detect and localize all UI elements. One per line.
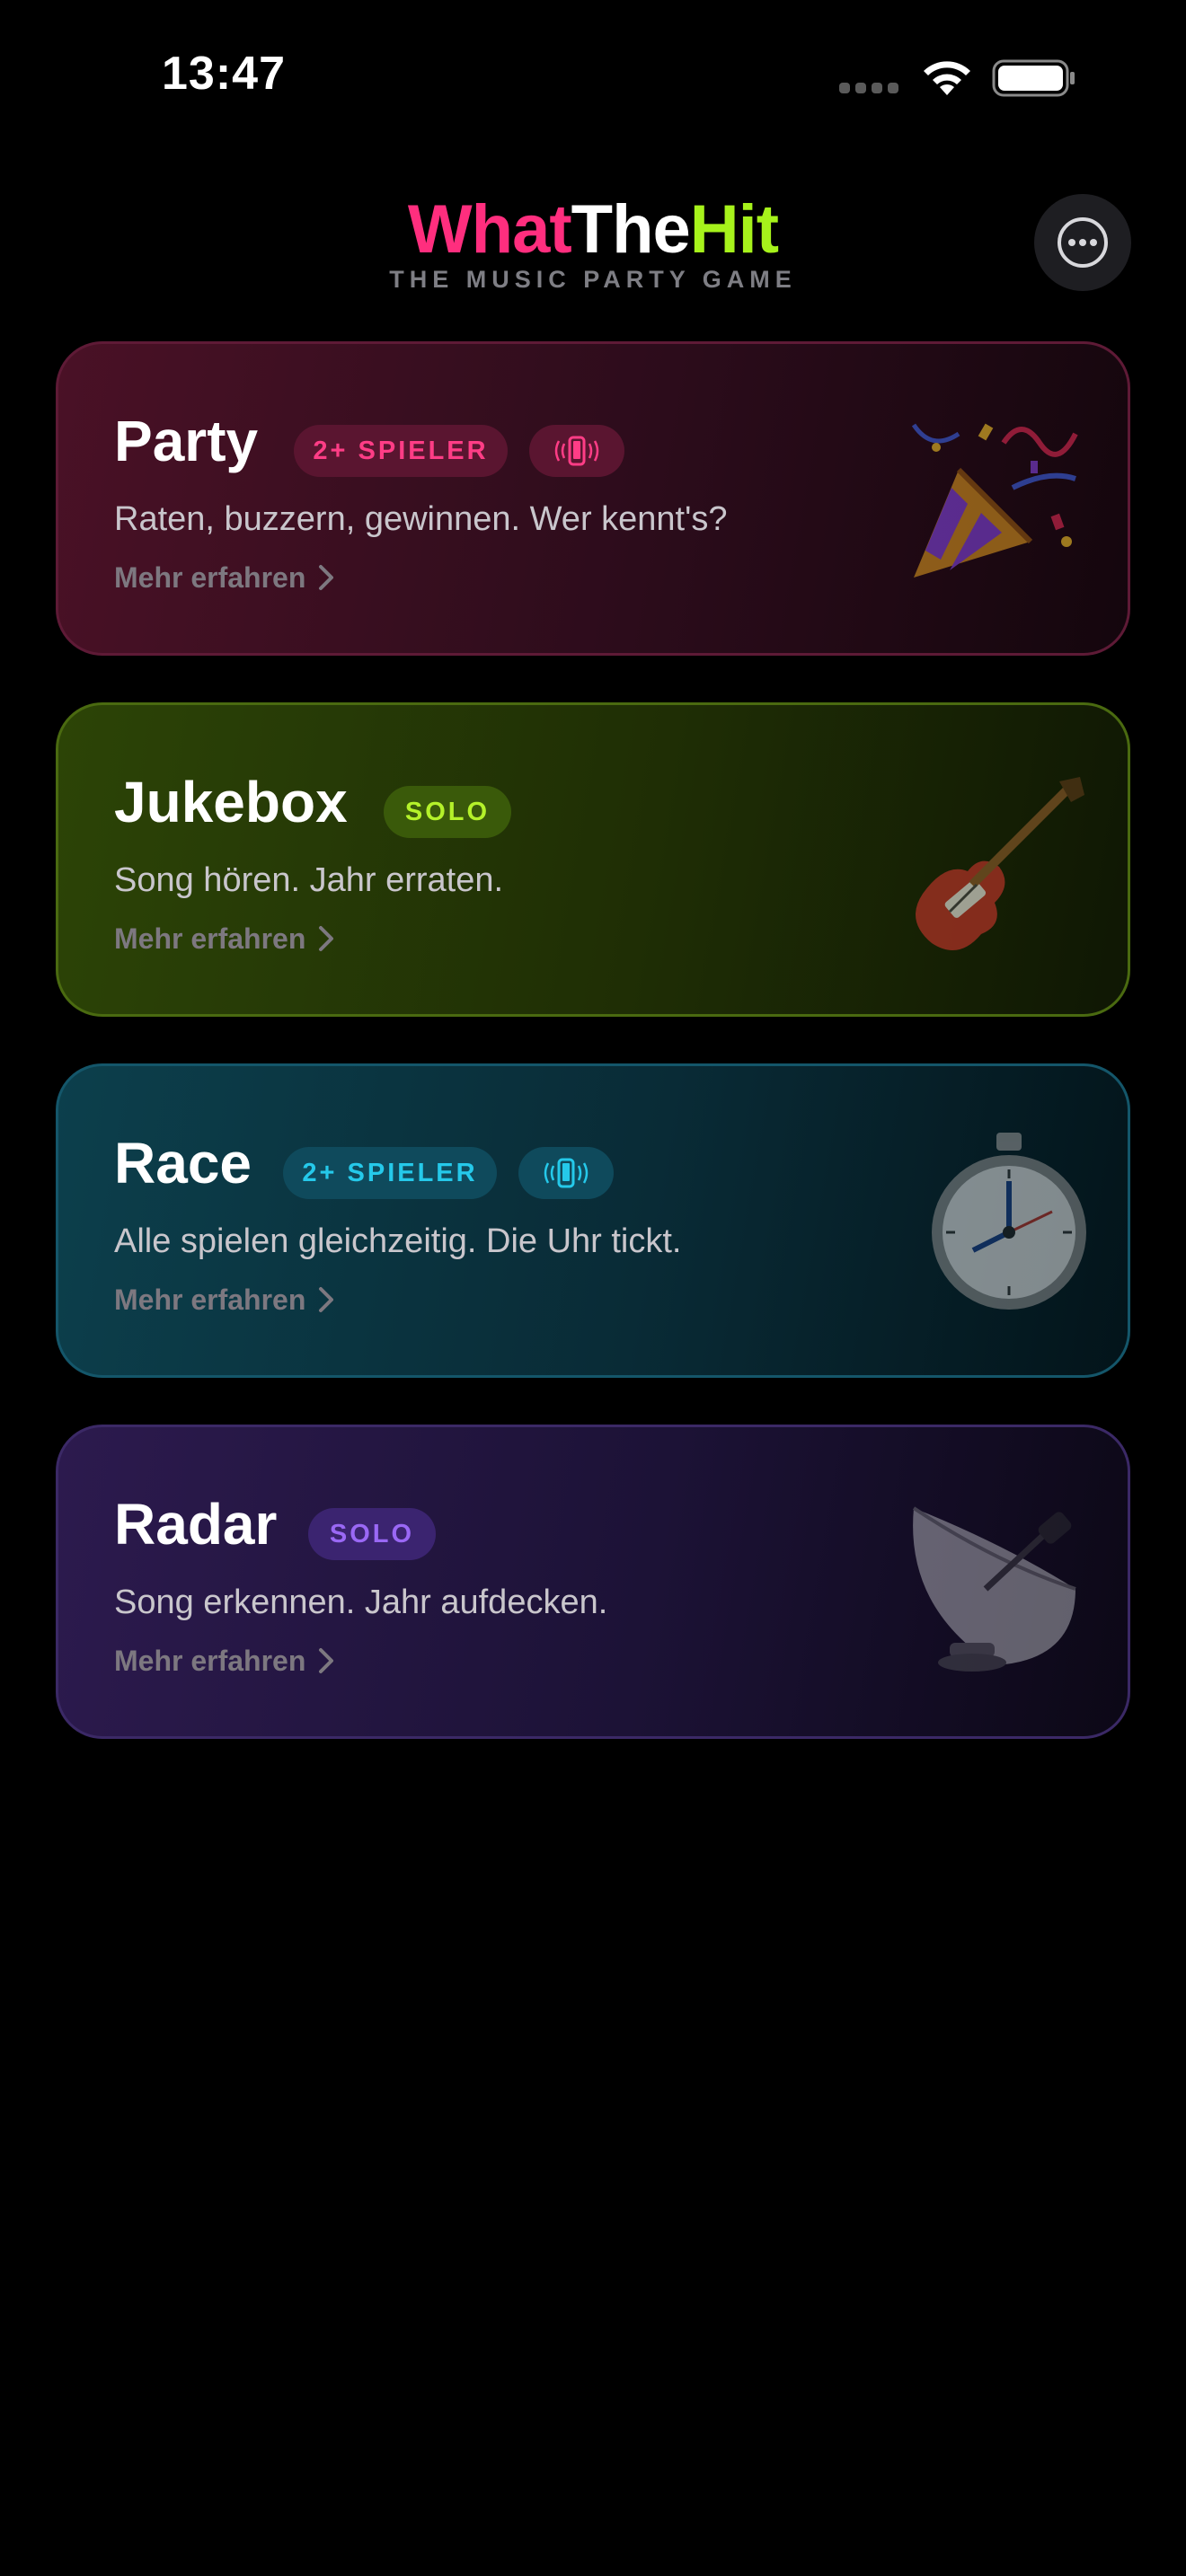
chevron-right-icon [319,1287,334,1312]
chevron-right-icon [319,1648,334,1673]
learn-more-link[interactable]: Mehr erfahren [114,558,334,597]
mode-description: Raten, buzzern, gewinnen. Wer kennt's? [114,500,728,538]
learn-more-link[interactable]: Mehr erfahren [114,1641,334,1681]
phone-vibrate-icon [544,1158,589,1188]
player-count-badge: SOLO [308,1508,436,1560]
mode-description: Alle spielen gleichzeitig. Die Uhr tickt… [114,1222,682,1260]
player-count-badge: 2+ SPIELER [283,1147,497,1199]
battery-icon [992,59,1075,97]
player-count-badge: SOLO [384,786,511,838]
learn-more-label: Mehr erfahren [114,922,306,955]
tagline: THE MUSIC PARTY GAME [389,266,797,293]
device-badge [529,425,624,477]
mode-title: Jukebox [114,770,348,834]
learn-more-label: Mehr erfahren [114,561,306,594]
phone-vibrate-icon [554,436,599,466]
party-popper-icon [911,423,1078,578]
mode-card-jukebox[interactable]: Jukebox SOLO Song hören. Jahr erraten. M… [56,702,1130,1017]
learn-more-link[interactable]: Mehr erfahren [114,919,334,958]
learn-more-link[interactable]: Mehr erfahren [114,1280,334,1319]
mode-title: Party [114,409,259,473]
mode-title: Radar [114,1492,278,1557]
device-badge [518,1147,614,1199]
guitar-icon [916,777,1084,950]
logo-part-the: The [571,191,691,268]
mode-card-party[interactable]: Party 2+ SPIELER Raten, buzzern, gewinne… [56,341,1130,656]
mode-card-radar[interactable]: Radar SOLO Song erkennen. Jahr aufdecken… [56,1425,1130,1739]
satellite-dish-icon [912,1506,1076,1672]
mode-description: Song erkennen. Jahr aufdecken. [114,1584,608,1621]
wifi-icon [924,61,970,95]
player-count-badge: 2+ SPIELER [294,425,508,477]
ellipsis-circle-icon [1058,217,1108,268]
status-time: 13:47 [162,48,286,100]
cellular-signal-icon [839,83,900,95]
stopwatch-icon [932,1133,1086,1310]
more-options-button[interactable] [1034,194,1131,291]
status-bar: 13:47 [0,0,1186,153]
mode-title: Race [114,1131,252,1195]
mode-card-race[interactable]: Race 2+ SPIELER Alle spielen gleichzeiti… [56,1063,1130,1378]
app-logo: WhatTheHit [0,189,1186,271]
mode-description: Song hören. Jahr erraten. [114,861,504,899]
learn-more-label: Mehr erfahren [114,1645,306,1677]
chevron-right-icon [319,565,334,590]
chevron-right-icon [319,926,334,951]
learn-more-label: Mehr erfahren [114,1284,306,1316]
logo-part-what: What [407,191,572,268]
logo-part-hit: Hit [689,191,779,268]
